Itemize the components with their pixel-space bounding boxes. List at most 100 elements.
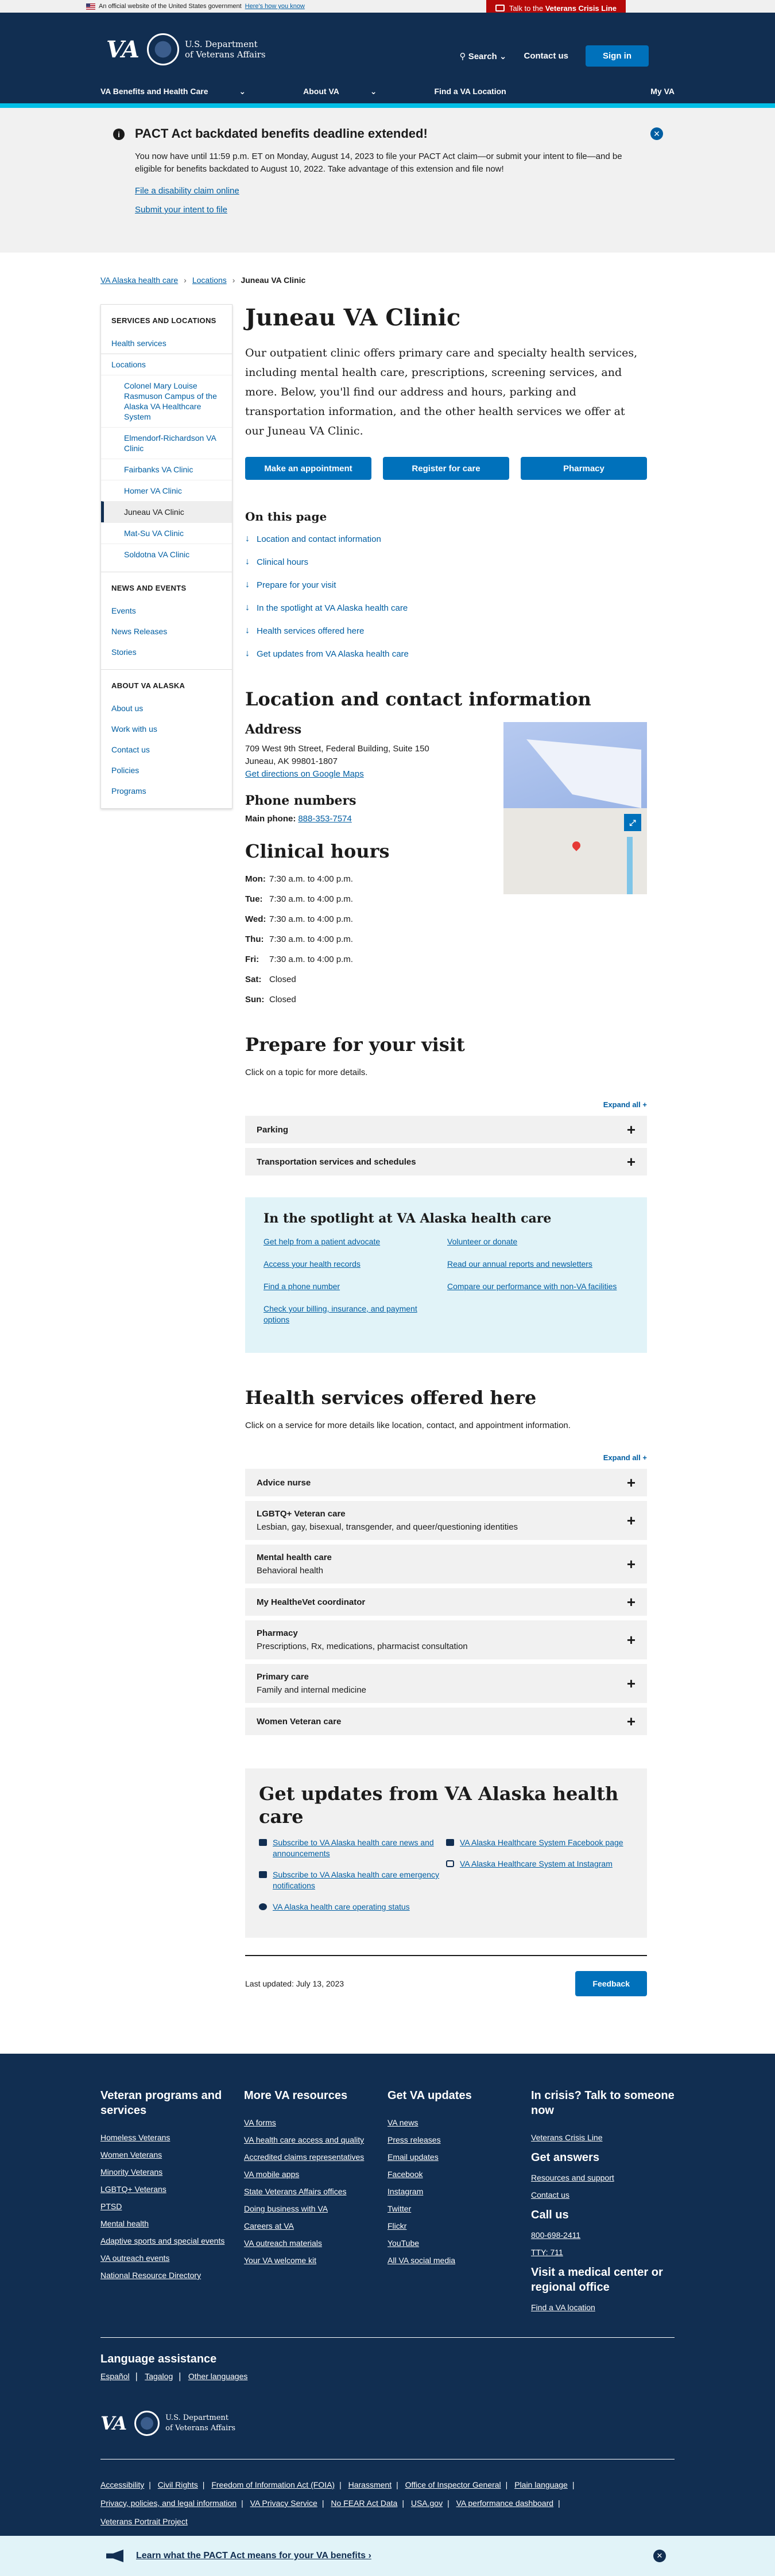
expand-map-icon[interactable]: ⤢ (624, 814, 641, 831)
sidebar-item-events[interactable]: Events (101, 600, 232, 621)
location-map[interactable]: ⤢ (503, 722, 647, 894)
close-icon[interactable]: ✕ (650, 127, 663, 140)
on-this-page-item[interactable]: ↓ Prepare for your visit (245, 580, 647, 590)
footer-link[interactable]: VA mobile apps (244, 2170, 388, 2179)
footer-link[interactable]: Facebook (388, 2170, 531, 2179)
va-logo[interactable]: VA (106, 36, 140, 63)
footer-bottom-link[interactable]: Accessibility (100, 2480, 144, 2489)
sidebar-item-location[interactable]: Soldotna VA Clinic (101, 544, 232, 565)
footer-link[interactable]: Instagram (388, 2187, 531, 2196)
on-this-page-link[interactable]: Clinical hours (257, 557, 308, 567)
footer-link[interactable]: Minority Veterans (100, 2167, 244, 2177)
footer-link[interactable]: VA outreach events (100, 2253, 244, 2263)
spotlight-link[interactable]: Volunteer or donate (447, 1236, 631, 1247)
footer-link[interactable]: National Resource Directory (100, 2271, 244, 2280)
spotlight-link[interactable]: Check your billing, insurance, and payme… (264, 1303, 447, 1325)
footer-bottom-link[interactable]: Plain language (514, 2480, 568, 2489)
facebook-link[interactable]: VA Alaska Healthcare System Facebook pag… (460, 1837, 623, 1848)
service-accordion[interactable]: Pharmacy Prescriptions, Rx, medications, … (245, 1620, 647, 1659)
footer-link[interactable]: VA outreach materials (244, 2239, 388, 2248)
accordion-item[interactable]: Transportation services and schedules + (245, 1148, 647, 1176)
footer-crisis-link[interactable]: Veterans Crisis Line (531, 2133, 675, 2142)
on-this-page-item[interactable]: ↓ Location and contact information (245, 534, 647, 544)
footer-tty-link[interactable]: TTY: 711 (531, 2248, 675, 2257)
footer-link[interactable]: Email updates (388, 2152, 531, 2162)
nav-benefits[interactable]: VA Benefits and Health Care ⌄ (100, 87, 274, 96)
footer-bottom-link[interactable]: VA Privacy Service (250, 2499, 317, 2508)
footer-link[interactable]: Adaptive sports and special events (100, 2236, 244, 2245)
footer-link[interactable]: All VA social media (388, 2256, 531, 2265)
sidebar-item-programs[interactable]: Programs (101, 781, 232, 801)
footer-link[interactable]: YouTube (388, 2239, 531, 2248)
footer-link[interactable]: Accredited claims representatives (244, 2152, 388, 2162)
search-menu-button[interactable]: ⚲ Search ⌄ (460, 51, 507, 61)
sidebar-item-work-with-us[interactable]: Work with us (101, 719, 232, 739)
sidebar-item-stories[interactable]: Stories (101, 642, 232, 662)
nav-about-va[interactable]: About VA ⌄ (303, 87, 405, 96)
service-accordion[interactable]: LGBTQ+ Veteran care Lesbian, gay, bisexua… (245, 1501, 647, 1540)
on-this-page-item[interactable]: ↓ Health services offered here (245, 626, 647, 636)
pact-act-link[interactable]: Learn what the PACT Act means for your V… (136, 2551, 371, 2561)
footer-link[interactable]: Mental health (100, 2219, 244, 2228)
footer-link[interactable]: Doing business with VA (244, 2204, 388, 2213)
footer-link[interactable]: Contact us (531, 2190, 675, 2199)
heres-how-you-know-link[interactable]: Here's how you know (245, 3, 305, 10)
on-this-page-link[interactable]: Health services offered here (257, 626, 364, 636)
language-link[interactable]: Español (100, 2372, 130, 2381)
footer-link[interactable]: VA health care access and quality (244, 2135, 388, 2144)
footer-link[interactable]: Resources and support (531, 2173, 675, 2182)
footer-link[interactable]: Twitter (388, 2204, 531, 2213)
on-this-page-item[interactable]: ↓ Get updates from VA Alaska health care (245, 649, 647, 659)
breadcrumb-item[interactable]: Locations (192, 276, 227, 285)
expand-all-button[interactable]: Expand all + (245, 1453, 647, 1462)
sidebar-item-location-active[interactable]: Juneau VA Clinic (101, 501, 232, 522)
footer-bottom-link[interactable]: Privacy, policies, and legal information (100, 2499, 237, 2508)
footer-link[interactable]: Women Veterans (100, 2150, 244, 2159)
accordion-item[interactable]: Parking + (245, 1116, 647, 1143)
on-this-page-item[interactable]: ↓ Clinical hours (245, 557, 647, 567)
on-this-page-link[interactable]: Location and contact information (257, 534, 381, 544)
sidebar-item-location[interactable]: Homer VA Clinic (101, 480, 232, 501)
footer-bottom-link[interactable]: Veterans Portrait Project (100, 2517, 188, 2526)
on-this-page-item[interactable]: ↓ In the spotlight at VA Alaska health ca… (245, 603, 647, 613)
footer-logo[interactable]: VA U.S. Department of Veterans Affairs (100, 2411, 675, 2459)
language-link[interactable]: Other languages (188, 2372, 248, 2381)
footer-bottom-link[interactable]: Freedom of Information Act (FOIA) (211, 2480, 335, 2489)
footer-link[interactable]: LGBTQ+ Veterans (100, 2185, 244, 2194)
sign-in-button[interactable]: Sign in (586, 45, 649, 67)
spotlight-link[interactable]: Access your health records (264, 1259, 447, 1270)
sidebar-item-news-releases[interactable]: News Releases (101, 621, 232, 642)
on-this-page-link[interactable]: In the spotlight at VA Alaska health car… (257, 603, 408, 613)
intent-to-file-link[interactable]: Submit your intent to file (135, 205, 675, 215)
subscribe-news-link[interactable]: Subscribe to VA Alaska health care news … (273, 1837, 446, 1859)
footer-bottom-link[interactable]: Office of Inspector General (405, 2480, 501, 2489)
operating-status-link[interactable]: VA Alaska health care operating status (273, 1902, 410, 1912)
footer-link[interactable]: VA forms (244, 2118, 388, 2127)
expand-all-button[interactable]: Expand all + (245, 1100, 647, 1109)
footer-bottom-link[interactable]: No FEAR Act Data (331, 2499, 397, 2508)
subscribe-emergency-link[interactable]: Subscribe to VA Alaska health care emerg… (273, 1869, 446, 1891)
sidebar-item-location[interactable]: Mat-Su VA Clinic (101, 522, 232, 544)
sidebar-item-contact-us[interactable]: Contact us (101, 739, 232, 760)
language-link[interactable]: Tagalog (145, 2372, 173, 2381)
footer-link[interactable]: PTSD (100, 2202, 244, 2211)
close-icon[interactable]: ✕ (653, 2550, 666, 2562)
footer-bottom-link[interactable]: VA performance dashboard (456, 2499, 553, 2508)
sidebar-item-location[interactable]: Fairbanks VA Clinic (101, 459, 232, 480)
footer-link[interactable]: Your VA welcome kit (244, 2256, 388, 2265)
sidebar-item-location[interactable]: Elmendorf-Richardson VA Clinic (101, 427, 232, 459)
directions-link[interactable]: Get directions on Google Maps (245, 769, 364, 779)
footer-bottom-link[interactable]: Harassment (348, 2480, 392, 2489)
service-accordion[interactable]: Primary care Family and internal medicine… (245, 1664, 647, 1703)
instagram-link[interactable]: VA Alaska Healthcare System at Instagram (460, 1859, 613, 1869)
sidebar-item-health-services[interactable]: Health services (101, 333, 232, 354)
spotlight-link[interactable]: Compare our performance with non-VA faci… (447, 1281, 631, 1292)
service-accordion[interactable]: My HealtheVet coordinator + (245, 1588, 647, 1616)
contact-us-link[interactable]: Contact us (524, 51, 568, 61)
spotlight-link[interactable]: Get help from a patient advocate (264, 1236, 447, 1247)
nav-my-va[interactable]: My VA (650, 87, 675, 96)
spotlight-link[interactable]: Read our annual reports and newsletters (447, 1259, 631, 1270)
footer-link[interactable]: Homeless Veterans (100, 2133, 244, 2142)
footer-link[interactable]: Flickr (388, 2221, 531, 2230)
feedback-button[interactable]: Feedback (575, 1971, 647, 1996)
